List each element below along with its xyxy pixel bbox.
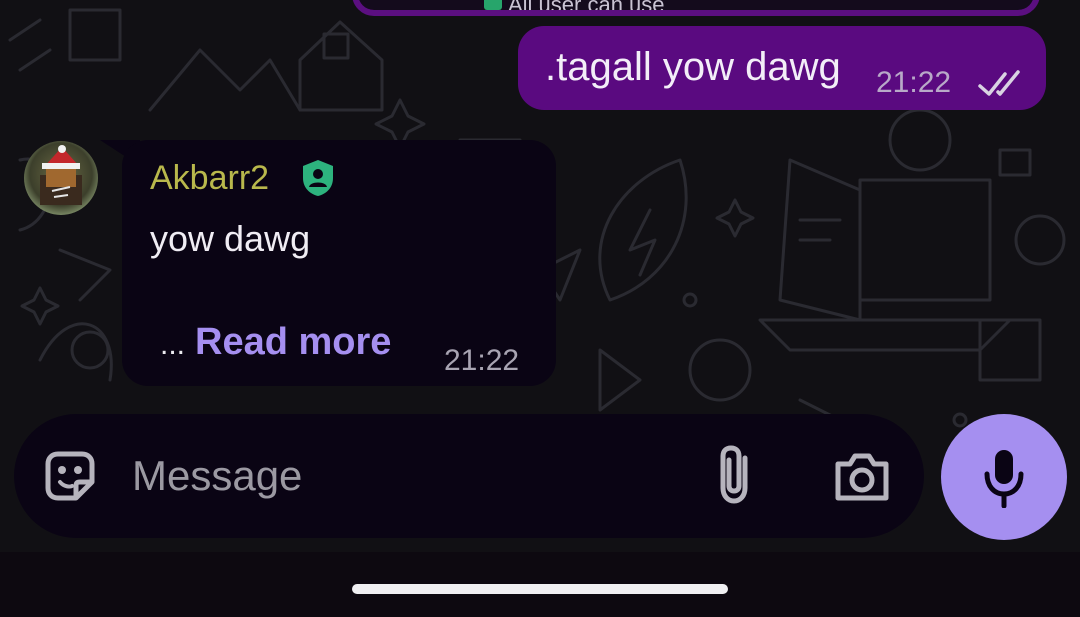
previous-message-fragment: All user can use xyxy=(476,0,665,10)
incoming-message-bubble[interactable]: Akbarr2 yow dawg ... Read more 21:22 xyxy=(122,140,556,386)
previous-message-inner xyxy=(358,0,1034,10)
double-check-icon xyxy=(978,70,1020,96)
read-more-row: ... Read more xyxy=(160,320,391,367)
camera-icon[interactable] xyxy=(832,448,892,504)
incoming-message-time: 21:22 xyxy=(444,344,520,377)
previous-message-bubble[interactable]: All user can use xyxy=(352,0,1040,16)
message-input[interactable] xyxy=(132,444,672,508)
outgoing-message-bubble[interactable]: .tagall yow dawg 21:22 xyxy=(518,26,1046,110)
chat-screen: All user can use .tagall yow dawg 21:22 xyxy=(0,0,1080,617)
microphone-icon xyxy=(984,450,1024,508)
sticker-icon[interactable] xyxy=(40,446,100,506)
voice-record-button[interactable] xyxy=(941,414,1067,540)
ellipsis: ... xyxy=(160,328,186,361)
read-more-link[interactable]: Read more xyxy=(195,321,391,363)
outgoing-message-time: 21:22 xyxy=(876,66,952,99)
message-composer xyxy=(14,414,924,538)
sender-name[interactable]: Akbarr2 xyxy=(150,158,269,198)
avatar-image xyxy=(24,141,98,215)
incoming-message-text: yow dawg xyxy=(150,218,311,259)
check-box-icon xyxy=(484,0,502,10)
sender-avatar[interactable] xyxy=(24,141,98,215)
system-navigation-bar xyxy=(0,552,1080,617)
home-indicator[interactable] xyxy=(352,584,728,594)
paperclip-icon[interactable] xyxy=(712,444,762,508)
admin-shield-icon xyxy=(303,160,333,196)
outgoing-message-text: .tagall yow dawg xyxy=(545,45,841,89)
